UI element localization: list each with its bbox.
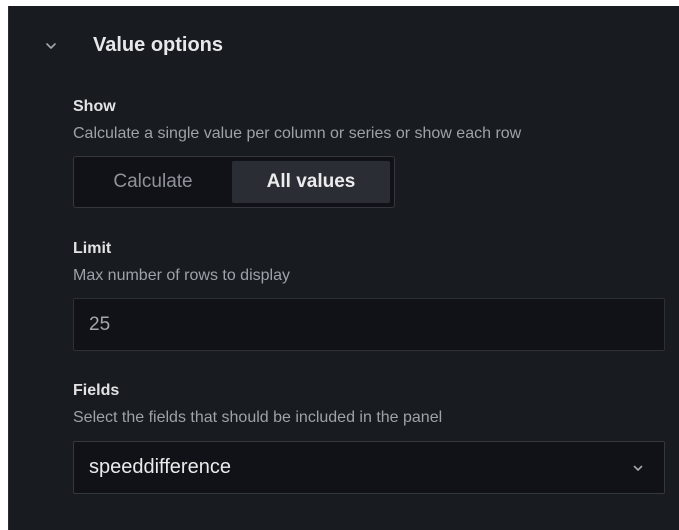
fields-description: Select the fields that should be include… (73, 409, 443, 426)
fields-select[interactable]: speeddifference (73, 441, 665, 494)
limit-input[interactable]: 25 (73, 298, 665, 351)
show-description: Calculate a single value per column or s… (73, 125, 522, 142)
limit-description: Max number of rows to display (73, 267, 290, 284)
section-title: Value options (93, 34, 224, 56)
options-panel: Value options Show Calculate a single va… (8, 6, 679, 530)
show-option-calculate[interactable]: Calculate (78, 161, 228, 203)
chevron-down-icon (633, 465, 643, 471)
show-option-all-values[interactable]: All values (232, 161, 390, 203)
chevron-down-icon[interactable] (43, 38, 59, 54)
value-options-section-header[interactable]: Value options (9, 26, 669, 66)
show-radio-group: Calculate All values (73, 156, 395, 208)
fields-select-value: speeddifference (89, 456, 231, 478)
fields-label: Fields (73, 382, 120, 399)
show-label: Show (73, 98, 116, 115)
limit-label: Limit (73, 240, 112, 257)
